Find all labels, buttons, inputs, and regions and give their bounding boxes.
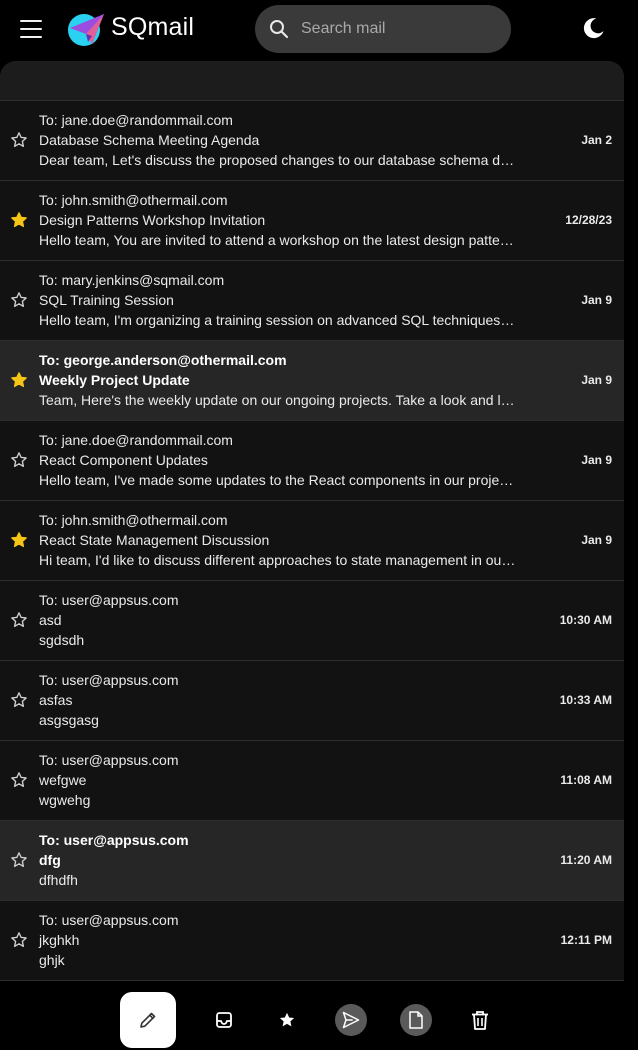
mail-recipient: To: george.anderson@othermail.com — [39, 352, 287, 368]
mail-row[interactable]: To: jane.doe@randommail.com React Compone… — [0, 421, 624, 501]
mail-row[interactable]: To: user@appsus.com jkghkh ghjk 12:11 PM — [0, 901, 624, 981]
mail-date: 12/28/23 — [565, 213, 612, 227]
star-outline-icon[interactable] — [10, 131, 28, 149]
mail-preview: wgwehg — [39, 792, 91, 808]
mail-row[interactable]: To: george.anderson@othermail.com Weekly … — [0, 341, 624, 421]
search-input[interactable] — [301, 5, 501, 53]
mail-row[interactable]: To: user@appsus.com asd sgdsdh 10:30 AM — [0, 581, 624, 661]
mail-preview: asgsgasg — [39, 712, 99, 728]
mail-preview: Hello team, You are invited to attend a … — [39, 232, 517, 248]
mail-recipient: To: user@appsus.com — [39, 912, 179, 928]
trash-nav-button[interactable] — [464, 1004, 496, 1036]
mail-subject: React Component Updates — [39, 452, 208, 468]
mail-date: Jan 9 — [581, 533, 612, 547]
mail-row[interactable]: To: user@appsus.com wefgwe wgwehg 11:08 AM — [0, 741, 624, 821]
star-filled-icon[interactable] — [10, 371, 28, 389]
mail-subject: asd — [39, 612, 62, 628]
mail-subject: React State Management Discussion — [39, 532, 270, 548]
mail-subject: asfas — [39, 692, 73, 708]
mail-subject: Design Patterns Workshop Invitation — [39, 212, 266, 228]
mail-date: Jan 9 — [581, 453, 612, 467]
mail-subject: wefgwe — [39, 772, 87, 788]
star-filled-icon[interactable] — [10, 211, 28, 229]
mail-row[interactable]: To: user@appsus.com dfg dfhdfh 11:20 AM — [0, 821, 624, 901]
mail-date: 10:30 AM — [559, 613, 612, 627]
mail-recipient: To: user@appsus.com — [39, 832, 189, 848]
mail-recipient: To: user@appsus.com — [39, 592, 179, 608]
mail-row[interactable]: To: jane.doe@randommail.com Database Sche… — [0, 101, 624, 181]
app-header: SQmail — [0, 0, 638, 58]
star-filled-icon[interactable] — [10, 531, 28, 549]
mail-recipient: To: user@appsus.com — [39, 752, 179, 768]
pencil-icon — [140, 1012, 156, 1028]
mail-row[interactable]: To: mary.jenkins@sqmail.com SQL Training … — [0, 261, 624, 341]
mail-recipient: To: john.smith@othermail.com — [39, 192, 228, 208]
mail-date: Jan 9 — [581, 293, 612, 307]
mail-row[interactable]: To: user@appsus.com asfas asgsgasg 10:33 AM — [0, 661, 624, 741]
mail-date: Jan 9 — [581, 373, 612, 387]
star-outline-icon[interactable] — [10, 291, 28, 309]
search-icon[interactable] — [269, 19, 289, 39]
mail-recipient: To: user@appsus.com — [39, 672, 179, 688]
mail-preview: ghjk — [39, 952, 65, 968]
mail-panel-toolbar — [0, 61, 624, 101]
star-outline-icon[interactable] — [10, 931, 28, 949]
mail-recipient: To: john.smith@othermail.com — [39, 512, 228, 528]
mail-subject: dfg — [39, 852, 61, 868]
star-outline-icon[interactable] — [10, 451, 28, 469]
mail-row[interactable]: To: john.smith@othermail.com Design Patte… — [0, 181, 624, 261]
app-brand: SQmail — [111, 13, 195, 41]
dark-mode-moon-icon[interactable] — [582, 16, 606, 40]
star-outline-icon[interactable] — [10, 691, 28, 709]
star-outline-icon[interactable] — [10, 771, 28, 789]
mail-row[interactable]: To: john.smith@othermail.com React State … — [0, 501, 624, 581]
sqmail-logo — [68, 14, 104, 46]
compose-button[interactable] — [120, 992, 176, 1048]
mail-date: 11:20 AM — [560, 853, 612, 867]
mail-date: 12:11 PM — [560, 933, 612, 947]
mail-list: To: jane.doe@randommail.com Database Sche… — [0, 101, 624, 981]
starred-icon — [279, 1012, 295, 1027]
inbox-nav-button[interactable] — [208, 1004, 240, 1036]
mail-preview: Hello team, I'm organizing a training se… — [39, 312, 517, 328]
draft-file-icon — [409, 1011, 423, 1029]
starred-nav-button[interactable] — [271, 1004, 303, 1036]
mail-preview: Dear team, Let's discuss the proposed ch… — [39, 152, 517, 168]
mail-preview: Hello team, I've made some updates to th… — [39, 472, 517, 488]
search-bar[interactable] — [255, 5, 511, 53]
mail-recipient: To: mary.jenkins@sqmail.com — [39, 272, 225, 288]
drafts-nav-button[interactable] — [400, 1004, 432, 1036]
mail-preview: dfhdfh — [39, 872, 78, 888]
mail-subject: Weekly Project Update — [39, 372, 190, 388]
star-outline-icon[interactable] — [10, 851, 28, 869]
sent-nav-button[interactable] — [335, 1004, 367, 1036]
mail-subject: SQL Training Session — [39, 292, 174, 308]
mail-subject: Database Schema Meeting Agenda — [39, 132, 260, 148]
trash-icon — [472, 1011, 488, 1030]
menu-icon[interactable] — [18, 18, 44, 40]
mail-date: 11:08 AM — [560, 773, 612, 787]
mail-recipient: To: jane.doe@randommail.com — [39, 432, 233, 448]
mail-preview: sgdsdh — [39, 632, 85, 648]
mail-date: 10:33 AM — [559, 693, 612, 707]
mail-recipient: To: jane.doe@randommail.com — [39, 112, 233, 128]
star-outline-icon[interactable] — [10, 611, 28, 629]
mail-panel: To: jane.doe@randommail.com Database Sche… — [0, 61, 624, 981]
mail-preview: Hi team, I'd like to discuss different a… — [39, 552, 517, 568]
mail-date: Jan 2 — [581, 133, 612, 147]
mail-preview: Team, Here's the weekly update on our on… — [39, 392, 517, 408]
bottom-nav — [0, 982, 638, 1050]
inbox-icon — [216, 1012, 232, 1028]
mail-subject: jkghkh — [39, 932, 80, 948]
send-icon — [342, 1011, 360, 1029]
